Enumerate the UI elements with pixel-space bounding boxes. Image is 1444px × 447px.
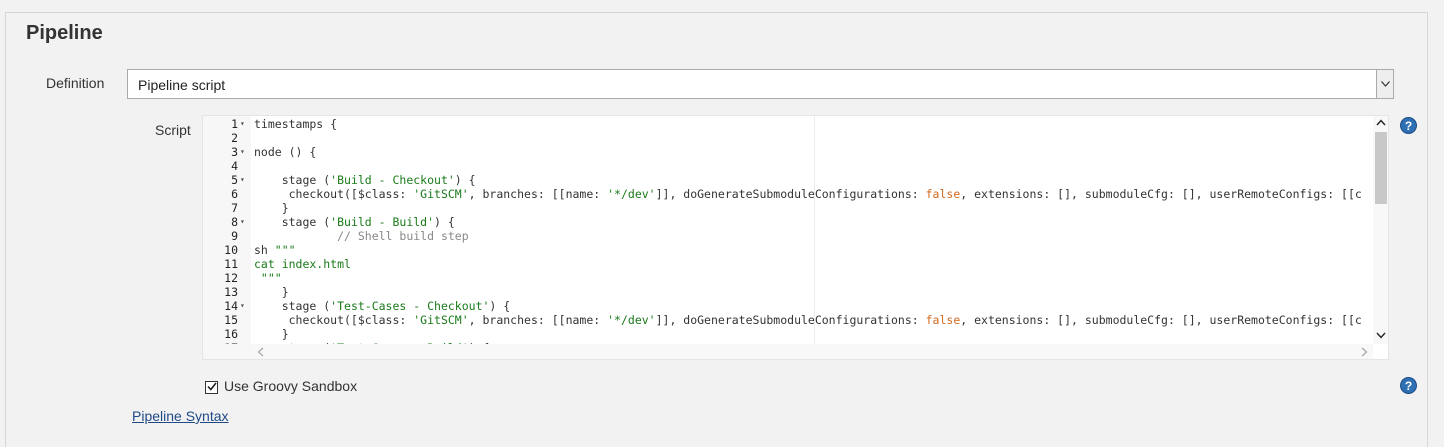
- code-line[interactable]: 12 """: [203, 271, 1373, 285]
- groovy-sandbox-checkbox[interactable]: [205, 381, 218, 394]
- line-number: 14: [224, 299, 238, 313]
- code-line[interactable]: 6 checkout([$class: 'GitSCM', branches: …: [203, 187, 1373, 201]
- line-number: 7: [231, 201, 238, 215]
- fold-arrow-icon[interactable]: ▾: [240, 341, 250, 344]
- code-line[interactable]: 11 cat index.html: [203, 257, 1373, 271]
- code-line[interactable]: 16 }: [203, 327, 1373, 341]
- page-top-area: [0, 0, 1444, 12]
- code-text: }: [254, 327, 289, 341]
- code-line[interactable]: 2: [203, 131, 1373, 145]
- script-editor[interactable]: 1 ▾ timestamps {2 3 ▾ node () {4 5 ▾ stage ('Bu…: [202, 115, 1389, 360]
- vertical-scrollbar[interactable]: [1373, 116, 1388, 344]
- code-line[interactable]: 7 }: [203, 201, 1373, 215]
- code-line[interactable]: 1 ▾ timestamps {: [203, 117, 1373, 131]
- code-line[interactable]: 8 ▾ stage ('Build - Build') {: [203, 215, 1373, 229]
- fold-arrow-icon[interactable]: ▾: [240, 173, 250, 187]
- code-text: stage ('Build - Build') {: [254, 215, 455, 229]
- line-number: 16: [224, 327, 238, 341]
- definition-selected-value: Pipeline script: [138, 77, 226, 93]
- line-number: 2: [231, 131, 238, 145]
- definition-label: Definition: [46, 75, 105, 91]
- vertical-scroll-thumb[interactable]: [1375, 132, 1387, 204]
- scroll-down-arrow-icon[interactable]: [1376, 332, 1386, 342]
- code-text: }: [254, 285, 289, 299]
- code-line[interactable]: 15 checkout([$class: 'GitSCM', branches:…: [203, 313, 1373, 327]
- code-line[interactable]: 14 ▾ stage ('Test-Cases - Checkout') {: [203, 299, 1373, 313]
- code-line[interactable]: 10 sh """: [203, 243, 1373, 257]
- definition-select[interactable]: Pipeline script: [127, 69, 1394, 99]
- line-number: 15: [224, 313, 238, 327]
- code-text: stage ('Test-Cases - Checkout') {: [254, 299, 511, 313]
- code-line[interactable]: 5 ▾ stage ('Build - Checkout') {: [203, 173, 1373, 187]
- line-number: 10: [224, 243, 238, 257]
- line-number: 6: [231, 187, 238, 201]
- line-number: 4: [231, 159, 238, 173]
- scroll-up-arrow-icon[interactable]: [1376, 119, 1386, 129]
- scroll-right-arrow-icon[interactable]: [1361, 347, 1368, 359]
- code-text: timestamps {: [254, 117, 338, 131]
- line-number: 11: [224, 257, 238, 271]
- checkmark-icon: [206, 382, 217, 394]
- fold-arrow-icon[interactable]: ▾: [240, 145, 250, 159]
- line-number: 1: [231, 117, 238, 131]
- fold-arrow-icon[interactable]: ▾: [240, 299, 250, 313]
- code-text: checkout([$class: 'GitSCM', branches: [[…: [254, 187, 1362, 201]
- code-line[interactable]: 9 // Shell build step: [203, 229, 1373, 243]
- fold-arrow-icon[interactable]: ▾: [240, 215, 250, 229]
- pipeline-syntax-link[interactable]: Pipeline Syntax: [132, 408, 229, 424]
- horizontal-scrollbar[interactable]: [251, 344, 1373, 359]
- script-label: Script: [155, 122, 191, 138]
- code-text: // Shell build step: [337, 229, 469, 243]
- groovy-sandbox-label: Use Groovy Sandbox: [224, 378, 358, 394]
- code-text: cat index.html: [254, 257, 351, 271]
- code-area[interactable]: 1 ▾ timestamps {2 3 ▾ node () {4 5 ▾ stage ('Bu…: [203, 116, 1373, 344]
- section-title: Pipeline: [26, 22, 103, 44]
- code-text: node () {: [254, 145, 317, 159]
- line-number: 5: [231, 173, 238, 187]
- line-number: 13: [224, 285, 238, 299]
- line-number: 8: [231, 215, 238, 229]
- code-line[interactable]: 4: [203, 159, 1373, 173]
- help-icon[interactable]: ?: [1400, 117, 1417, 134]
- line-number: 12: [224, 271, 238, 285]
- code-text: checkout([$class: 'GitSCM', branches: [[…: [254, 313, 1362, 327]
- chevron-down-icon[interactable]: [1376, 70, 1393, 98]
- code-text: sh """: [254, 243, 296, 257]
- fold-arrow-icon[interactable]: ▾: [240, 117, 250, 131]
- code-text: stage ('Build - Checkout') {: [254, 173, 476, 187]
- scroll-left-arrow-icon[interactable]: [257, 347, 264, 359]
- help-icon[interactable]: ?: [1400, 377, 1417, 394]
- line-number: 3: [231, 145, 238, 159]
- line-number: 9: [231, 229, 238, 243]
- code-text: """: [254, 271, 282, 285]
- line-number: 17: [203, 341, 238, 344]
- code-line[interactable]: 3 ▾ node () {: [203, 145, 1373, 159]
- code-text: }: [254, 201, 289, 215]
- code-line[interactable]: 13 }: [203, 285, 1373, 299]
